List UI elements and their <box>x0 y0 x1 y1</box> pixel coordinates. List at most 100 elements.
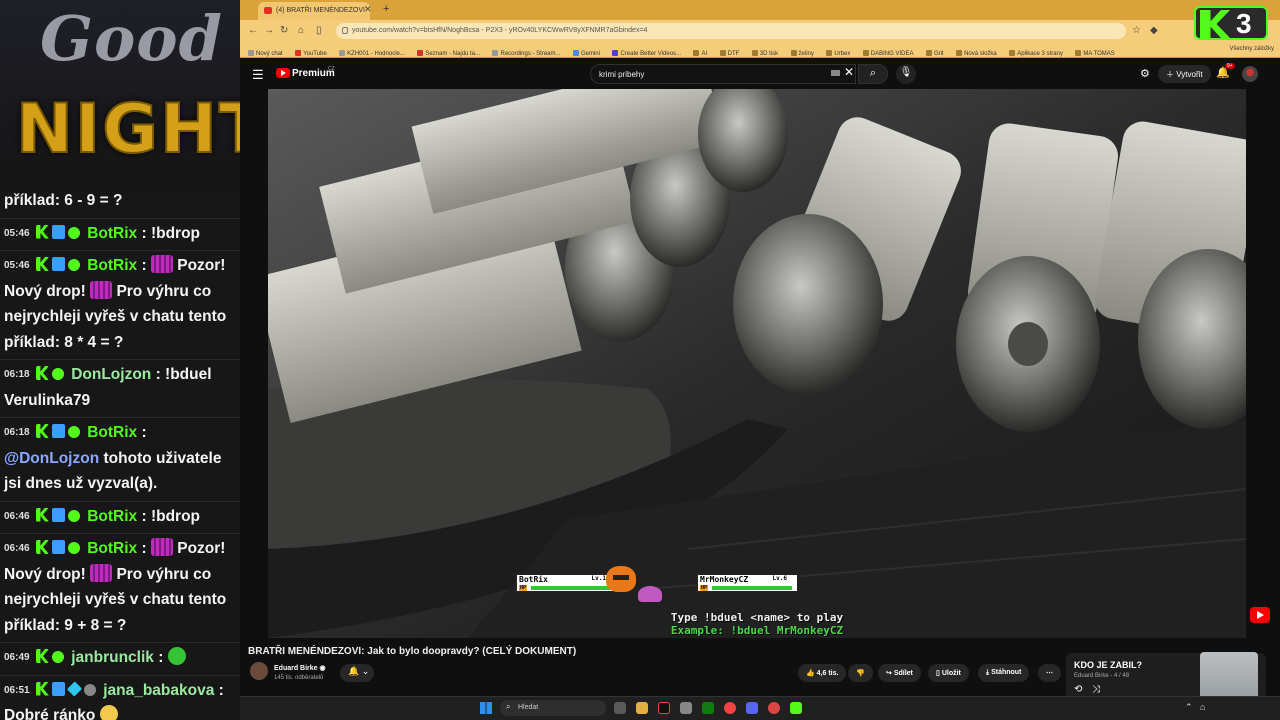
tab-active[interactable]: (4) BRATŘI MENÉNDEZOVI <box>258 2 370 20</box>
duel-overlay: BotRix Lv.1 HP MrMonkeyCZ Lv.6 HP Type !… <box>268 89 1246 638</box>
channel-avatar[interactable] <box>250 662 268 680</box>
tiktok-icon[interactable] <box>658 702 670 714</box>
new-tab-button[interactable]: + <box>383 3 389 15</box>
bookmark-item[interactable]: Nový chat <box>248 50 283 57</box>
forward-icon[interactable]: → <box>264 25 274 36</box>
reload-icon[interactable]: ↻ <box>280 25 288 36</box>
bookmark-folder[interactable]: želiny <box>790 50 814 57</box>
network-icon[interactable]: ⌂ <box>1200 702 1205 712</box>
youtube-logo-icon[interactable] <box>276 68 290 78</box>
back-icon[interactable]: ← <box>248 25 258 36</box>
more-actions-button[interactable]: ⋯ <box>1038 664 1061 682</box>
verified-badge-icon <box>67 226 80 239</box>
bookmark-folder[interactable]: DTF <box>719 50 739 57</box>
message-username[interactable]: BotRix <box>87 424 137 441</box>
settings-app-icon[interactable] <box>680 702 692 714</box>
taskbar-search-placeholder: Hledat <box>518 704 539 711</box>
tab-close-icon[interactable]: ✕ <box>364 4 372 15</box>
dislike-button[interactable]: 👎 <box>848 664 873 682</box>
video-player[interactable]: BotRix Lv.1 HP MrMonkeyCZ Lv.6 HP Type !… <box>268 89 1246 638</box>
message-mention[interactable]: @DonLojzon <box>4 450 99 467</box>
taskbar-search[interactable]: ⌕ Hledat <box>500 700 606 716</box>
chevron-down-icon: ⌄ <box>361 666 370 676</box>
message-username[interactable]: janbrunclik <box>71 649 154 666</box>
message-username[interactable]: BotRix <box>87 508 137 525</box>
message-username[interactable]: jana_babakova <box>103 682 214 699</box>
sidepanel-icon[interactable]: ▯ <box>316 25 322 36</box>
duel-player1-hp-bar <box>531 586 611 590</box>
task-view-icon[interactable] <box>614 702 626 714</box>
bookmark-folder[interactable]: AI <box>693 50 707 57</box>
discord-icon[interactable] <box>746 702 758 714</box>
verified-badge-icon <box>51 651 64 663</box>
windows-start-icon[interactable] <box>480 702 492 714</box>
message-time: 06:18 <box>4 369 30 380</box>
subscription-bell-button[interactable]: 🔔 ⌄ <box>340 664 374 682</box>
chrome-icon[interactable] <box>724 702 736 714</box>
create-button[interactable]: ＋ Vytvořit <box>1158 65 1211 83</box>
hp-label: HP <box>519 585 528 591</box>
extension-icon[interactable]: ◆ <box>1150 25 1158 36</box>
bookmark-icon: ▯ <box>936 670 940 677</box>
voice-search-button[interactable]: 🎙 <box>896 64 916 84</box>
clear-search-icon[interactable]: ✕ <box>844 65 854 79</box>
account-avatar[interactable] <box>1242 66 1258 82</box>
xbox-icon[interactable] <box>702 702 714 714</box>
kick-badge-icon <box>35 681 49 696</box>
loop-icon[interactable]: ⟲ <box>1074 684 1082 695</box>
mic-icon: 🎙 <box>899 67 913 78</box>
duel-player1-name: BotRix <box>519 575 548 584</box>
all-bookmarks-button[interactable]: Všechny záložky <box>1229 46 1274 52</box>
bookmark-folder[interactable]: MA TOMAS <box>1075 50 1115 57</box>
message-username[interactable]: DonLojzon <box>71 366 151 383</box>
overlay-title: Good NIGHT <box>0 0 240 192</box>
shuffle-icon[interactable]: ⤨ <box>1092 684 1100 695</box>
site-info-icon[interactable] <box>342 27 348 34</box>
kick-badge-number: 3 <box>1236 8 1252 39</box>
chat-message: 06:51 jana_babakova : Dobré ránko <box>0 676 240 720</box>
more-icon: ⋯ <box>1046 670 1053 677</box>
bookmark-folder[interactable]: Nová složka <box>956 50 997 57</box>
bookmarks-bar: Nový chat YouTube KZH001 - Hodnocle... S… <box>240 42 1280 58</box>
message-username[interactable]: BotRix <box>87 257 137 274</box>
video-title: BRATŘI MENÉNDEZOVI: Jak to bylo doopravd… <box>248 646 577 657</box>
circle-badge-icon <box>83 683 96 696</box>
bookmark-star-icon[interactable]: ☆ <box>1132 25 1141 36</box>
bookmark-item[interactable]: Gemini <box>572 50 600 57</box>
keyboard-icon[interactable] <box>831 70 840 76</box>
chat-message: 06:49 janbrunclik : <box>0 643 240 676</box>
kick-logo-badge: 3 <box>1194 6 1268 40</box>
menu-icon[interactable]: ☰ <box>252 67 264 83</box>
search-input[interactable]: krimi pribehy <box>590 64 856 84</box>
channel-name[interactable]: Eduard Birke ◉ <box>274 664 326 672</box>
search-button[interactable]: ⌕ <box>858 64 888 84</box>
message-text: příklad: 6 - 9 = ? <box>4 192 123 209</box>
bookmark-folder[interactable]: 3D tisk <box>751 50 778 57</box>
settings-icon[interactable]: ⚙ <box>1140 67 1150 80</box>
message-username[interactable]: BotRix <box>87 540 137 557</box>
bookmark-folder[interactable]: Aplikace 3 strany <box>1009 50 1063 57</box>
share-icon: ↪ <box>886 670 892 677</box>
share-button[interactable]: ↪ Sdílet <box>878 664 921 682</box>
file-explorer-icon[interactable] <box>636 702 648 714</box>
kick-badge-icon <box>35 424 49 438</box>
bookmark-folder[interactable]: DABING VIDEA <box>862 50 913 57</box>
message-username[interactable]: BotRix <box>87 225 137 242</box>
chrome-profile-icon[interactable] <box>768 702 780 714</box>
bookmark-item[interactable]: KZH001 - Hodnocle... <box>339 50 405 57</box>
bookmark-item[interactable]: YouTube <box>295 50 327 57</box>
bookmark-folder[interactable]: Grit <box>925 50 944 57</box>
like-button[interactable]: 👍 4,6 tis. <box>798 664 847 682</box>
bookmark-item[interactable]: Recordings - Stream... <box>492 50 561 57</box>
bookmark-item[interactable]: Create Better Videos... <box>612 50 681 57</box>
kick-app-icon[interactable] <box>790 702 802 714</box>
home-icon[interactable]: ⌂ <box>298 25 304 36</box>
bookmark-folder[interactable]: Urbex <box>826 50 850 57</box>
download-button[interactable]: ⤓ Stáhnout <box>978 664 1030 682</box>
playlist-title: KDO JE ZABIL? <box>1074 660 1143 670</box>
save-button[interactable]: ▯ Uložit <box>928 664 969 682</box>
address-bar[interactable]: youtube.com/watch?v=btsHfN/NoghBcsa - P2… <box>336 23 1126 39</box>
youtube-overlay-logo-icon[interactable] <box>1250 607 1270 623</box>
bookmark-item[interactable]: Seznam - Najdu ta... <box>417 50 480 57</box>
tray-chevron-icon[interactable]: ⌃ <box>1185 702 1193 713</box>
